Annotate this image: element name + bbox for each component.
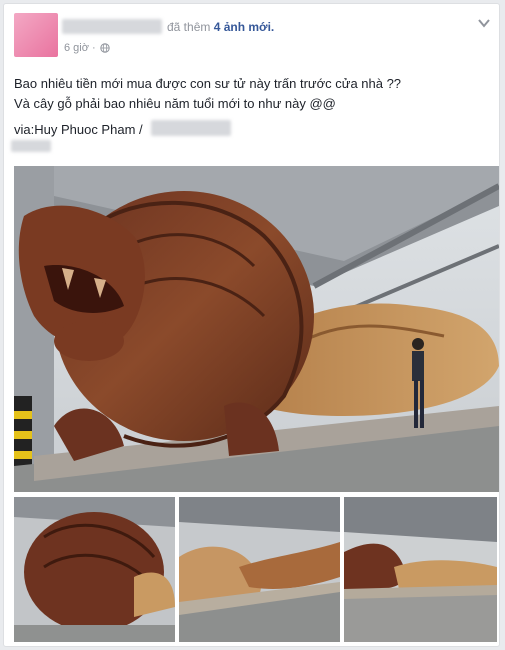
new-photos-link[interactable]: 4 ảnh mới. <box>214 20 275 34</box>
thumbnail-image <box>14 497 175 642</box>
post-body: Bao nhiêu tiền mới mua được con sư tử nà… <box>14 74 494 114</box>
via-text[interactable]: via:Huy Phuoc Pham / <box>14 122 143 137</box>
post-text-line: Bao nhiêu tiền mới mua được con sư tử nà… <box>14 76 402 91</box>
lion-sculpture-photo <box>14 166 499 492</box>
thumbnail-image <box>344 497 497 642</box>
post-card: đã thêm 4 ảnh mới. 6 giờ · Bao nhiêu tiề… <box>3 3 500 647</box>
post-text-line: Và cây gỗ phải bao nhiêu năm tuổi mới to… <box>14 96 336 111</box>
post-meta: 6 giờ · <box>64 42 110 54</box>
avatar[interactable] <box>14 13 58 57</box>
main-photo[interactable] <box>14 166 499 492</box>
photo-thumbnail[interactable] <box>14 497 175 642</box>
chevron-down-icon[interactable] <box>477 16 491 30</box>
thumbnail-image <box>179 497 340 642</box>
post-time[interactable]: 6 giờ · <box>64 42 96 54</box>
blurred-author-name[interactable] <box>62 19 162 34</box>
action-text: đã thêm <box>167 20 211 34</box>
blurred-tag <box>11 140 51 152</box>
via-credit: via:Huy Phuoc Pham / <box>14 122 143 137</box>
blurred-credit-name <box>151 120 231 136</box>
post-action-text: đã thêm 4 ảnh mới. <box>167 20 274 34</box>
globe-icon <box>99 43 110 53</box>
photo-thumbnail[interactable] <box>179 497 340 642</box>
photo-thumbnail[interactable] <box>344 497 497 642</box>
